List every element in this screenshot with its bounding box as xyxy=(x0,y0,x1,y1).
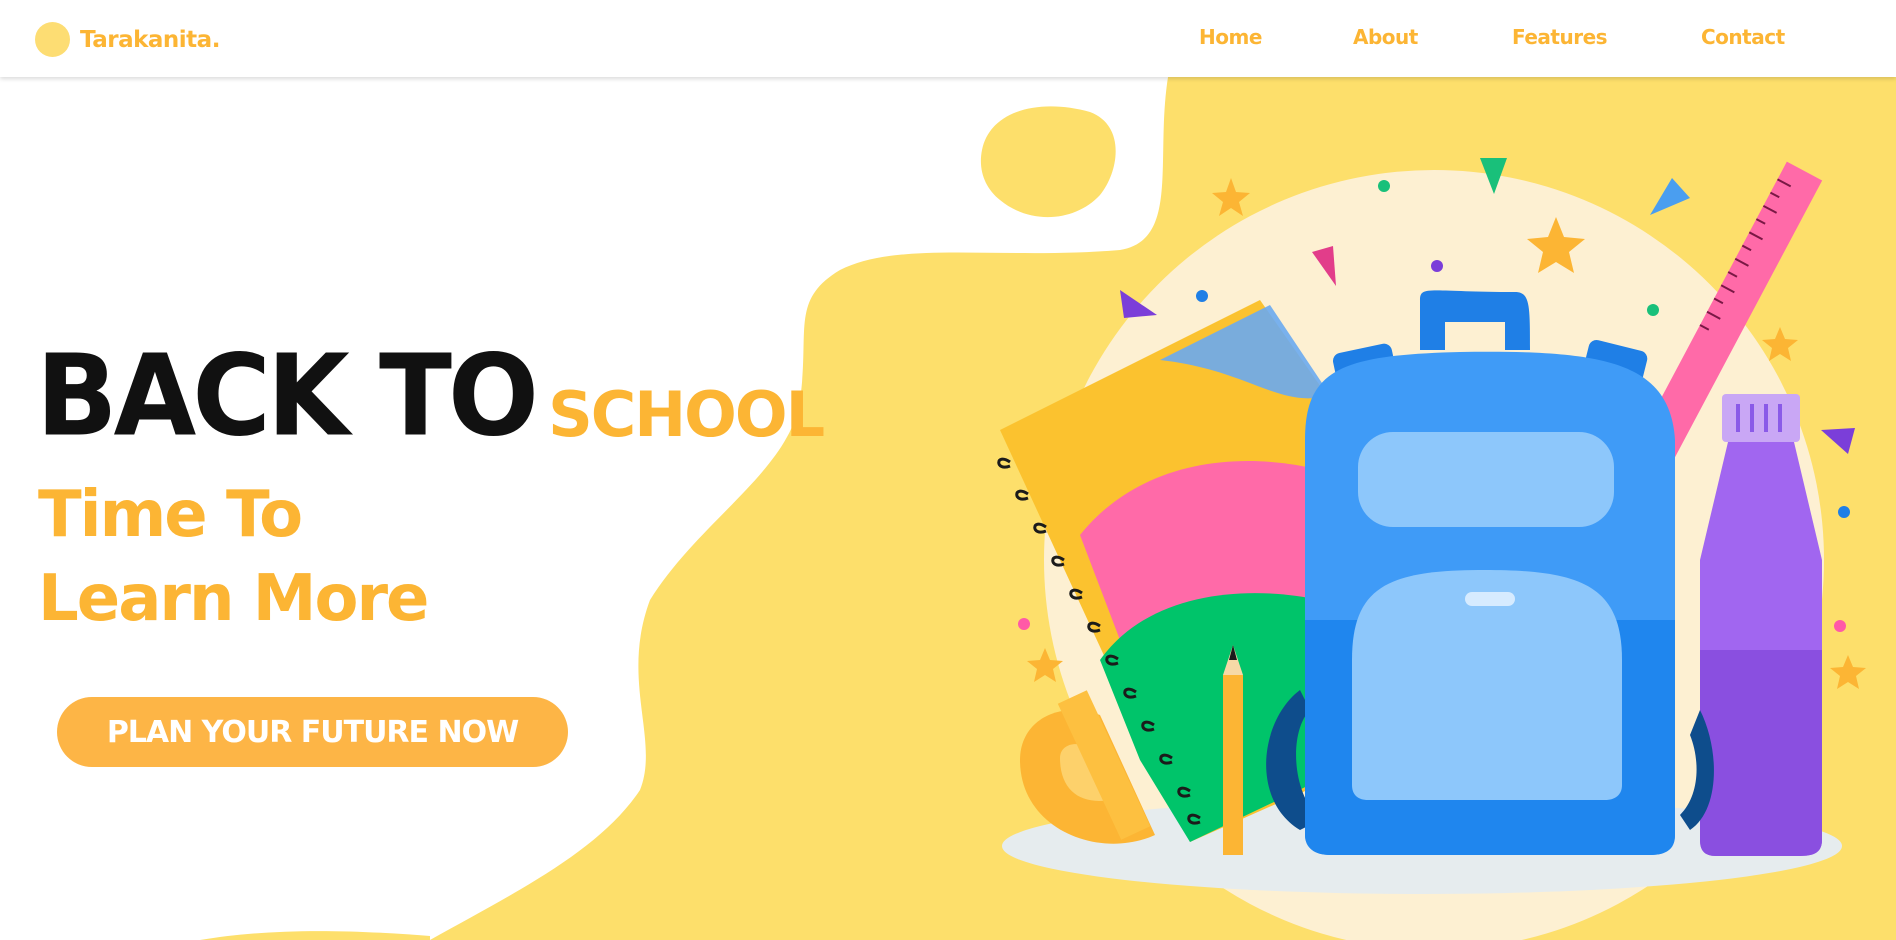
confetti-dot xyxy=(1834,620,1846,632)
floating-blob xyxy=(980,106,1116,218)
nav-link-contact[interactable]: Contact xyxy=(1701,25,1785,49)
hero-title-main: BACK TO xyxy=(36,331,539,462)
top-navbar: Tarakanita. Home About Features Contact xyxy=(0,0,1896,77)
confetti-dot xyxy=(1431,260,1443,272)
confetti-dot xyxy=(1018,618,1030,630)
brand[interactable]: Tarakanita. xyxy=(35,22,220,57)
hero-title-accent: SCHOOL xyxy=(548,378,825,451)
hero-illustration xyxy=(200,77,1896,940)
nav-link-about[interactable]: About xyxy=(1353,25,1418,49)
background-blob-bottom xyxy=(200,931,430,940)
confetti-dot xyxy=(1647,304,1659,316)
nav-link-home[interactable]: Home xyxy=(1199,25,1262,49)
confetti-dot xyxy=(1378,180,1390,192)
brand-logo-icon xyxy=(35,22,70,57)
hero-subtitle-line2: Learn More xyxy=(38,562,429,636)
plan-future-button[interactable]: PLAN YOUR FUTURE NOW xyxy=(57,697,568,767)
nav-link-features[interactable]: Features xyxy=(1512,25,1608,49)
pencil xyxy=(1223,645,1243,855)
confetti-dot xyxy=(1838,506,1850,518)
hero-title: BACK TO SCHOOL xyxy=(36,332,825,462)
confetti-dot xyxy=(1196,290,1208,302)
hero-subtitle-line1: Time To xyxy=(38,478,303,552)
brand-name: Tarakanita. xyxy=(80,26,220,53)
